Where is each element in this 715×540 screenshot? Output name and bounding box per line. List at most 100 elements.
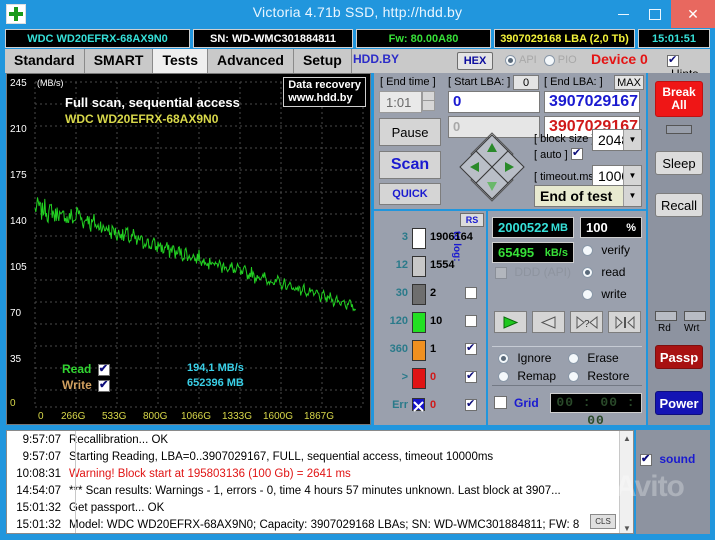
remap-radio[interactable] bbox=[498, 371, 509, 383]
data-recovery-badge: Data recovery www.hdd.by bbox=[283, 77, 366, 107]
block-log-checkbox-360[interactable] bbox=[465, 341, 477, 355]
grid-checkbox[interactable] bbox=[494, 396, 507, 409]
start-lba-input[interactable]: 0 bbox=[448, 91, 540, 113]
seek-start-button[interactable] bbox=[608, 311, 641, 333]
log-message: Recallibration... OK bbox=[69, 433, 169, 446]
rs-button[interactable]: RS bbox=[460, 213, 484, 227]
legend-read-checkbox[interactable] bbox=[97, 362, 110, 376]
wrt-label: Wrt bbox=[684, 323, 700, 334]
end-of-test-combo[interactable]: End of test ▼ bbox=[534, 185, 642, 207]
block-swatch-120 bbox=[412, 312, 426, 333]
api-pio-group: API PIO bbox=[505, 54, 584, 66]
log-message: Model: WDC WD20EFRX-68AX9N0; Capacity: 3… bbox=[69, 518, 580, 531]
erase-radio[interactable] bbox=[568, 353, 579, 365]
sound-checkbox[interactable] bbox=[640, 452, 652, 466]
tab-advanced[interactable]: Advanced bbox=[208, 49, 294, 73]
write-radio[interactable] bbox=[582, 289, 593, 301]
legend-write[interactable]: Write bbox=[62, 378, 111, 392]
svg-text:1867G: 1867G bbox=[304, 411, 334, 422]
block-count-over: 0 bbox=[430, 371, 437, 383]
speed-graph[interactable]: 245 (MB/s) 210 175 140 105 70 35 0 0 266… bbox=[6, 73, 371, 425]
power-button[interactable]: Power bbox=[655, 391, 703, 415]
end-time-value[interactable]: 1:01 bbox=[379, 91, 422, 113]
block-log-checkbox-over[interactable] bbox=[465, 369, 477, 383]
ddd-checkbox[interactable] bbox=[495, 266, 507, 279]
start-lba-zero-button[interactable]: 0 bbox=[513, 75, 539, 90]
read-radio[interactable] bbox=[582, 267, 593, 279]
read-led bbox=[655, 311, 677, 321]
tab-tests[interactable]: Tests bbox=[153, 49, 209, 73]
recall-button[interactable]: Recall bbox=[655, 193, 703, 217]
dpad-navigation[interactable] bbox=[456, 131, 528, 203]
end-lba-input[interactable]: 3907029167 bbox=[544, 91, 640, 113]
break-all-line-2: All bbox=[671, 98, 687, 112]
end-lba-max-button[interactable]: MAX bbox=[614, 75, 644, 90]
scan-button[interactable]: Scan bbox=[379, 151, 441, 179]
action-erase[interactable]: Erase bbox=[568, 351, 619, 365]
drive-model: WDC WD20EFRX-68AX9N0 bbox=[5, 29, 190, 48]
end-time-spinner[interactable] bbox=[422, 91, 435, 111]
action-remap[interactable]: Remap bbox=[498, 369, 556, 383]
ignore-radio[interactable] bbox=[498, 353, 509, 365]
legend-write-checkbox[interactable] bbox=[98, 378, 111, 392]
clear-log-button[interactable]: CLS bbox=[590, 514, 616, 529]
restore-radio[interactable] bbox=[568, 371, 579, 383]
graph-volume-stat: 652396 MB bbox=[187, 377, 244, 389]
play-forward-button[interactable] bbox=[494, 311, 527, 333]
end-time-spinner-up[interactable] bbox=[423, 92, 434, 101]
scroll-down-icon[interactable]: ▼ bbox=[620, 521, 633, 533]
tab-smart[interactable]: SMART bbox=[84, 49, 154, 73]
pio-radio[interactable] bbox=[543, 54, 555, 66]
play-backward-button[interactable] bbox=[532, 311, 565, 333]
timeout-combo[interactable]: 10000 ▼ bbox=[592, 165, 642, 187]
mode-verify[interactable]: verify bbox=[582, 243, 630, 257]
elapsed-timer: 00 : 00 : 00 bbox=[550, 393, 642, 428]
drive-serial: SN: WD-WMC301884811 bbox=[193, 29, 353, 48]
ddd-api-toggle[interactable]: DDD (API) bbox=[495, 265, 571, 279]
svg-text:70: 70 bbox=[10, 308, 22, 319]
sound-toggle[interactable]: sound bbox=[640, 452, 695, 466]
block-log-checkbox-err[interactable] bbox=[465, 397, 477, 411]
mode-read[interactable]: read bbox=[582, 265, 625, 279]
block-log-checkbox-30[interactable] bbox=[465, 287, 477, 299]
end-of-test-chevron-down-icon[interactable]: ▼ bbox=[623, 186, 641, 206]
erase-label: Erase bbox=[587, 351, 619, 365]
badge-line-2: www.hdd.by bbox=[288, 92, 353, 104]
block-size-chevron-down-icon[interactable]: ▼ bbox=[623, 130, 641, 150]
scroll-up-icon[interactable]: ▲ bbox=[620, 431, 633, 445]
passport-button[interactable]: Passp bbox=[655, 345, 703, 369]
block-size-combo[interactable]: 2048 ▼ bbox=[592, 129, 642, 151]
block-size-label: [ block size ] bbox=[534, 133, 595, 145]
mode-write[interactable]: write bbox=[582, 287, 627, 301]
hex-button[interactable]: HEX bbox=[457, 52, 493, 70]
pause-button[interactable]: Pause bbox=[379, 118, 441, 146]
api-radio[interactable] bbox=[505, 54, 516, 66]
percent-unit: % bbox=[626, 221, 636, 234]
auto-checkbox[interactable] bbox=[571, 146, 583, 160]
break-all-button[interactable]: Break All bbox=[655, 81, 703, 117]
graph-title: Full scan, sequential access bbox=[65, 95, 240, 110]
svg-text:800G: 800G bbox=[143, 411, 168, 422]
close-button[interactable]: ✕ bbox=[671, 0, 715, 28]
hints-checkbox[interactable] bbox=[667, 53, 679, 67]
svg-text:533G: 533G bbox=[102, 411, 127, 422]
legend-read[interactable]: Read bbox=[62, 362, 110, 376]
log-panel[interactable]: 9:57:07 Recallibration... OK 9:57:07 Sta… bbox=[6, 430, 634, 534]
minimize-button[interactable] bbox=[607, 0, 639, 28]
seek-mid-button[interactable]: ? bbox=[570, 311, 603, 333]
timeout-chevron-down-icon[interactable]: ▼ bbox=[623, 166, 641, 186]
legend-read-label: Read bbox=[62, 362, 92, 376]
tab-setup[interactable]: Setup bbox=[293, 49, 352, 73]
sleep-button[interactable]: Sleep bbox=[655, 151, 703, 175]
end-lba-label: [ End LBA: ] bbox=[544, 76, 603, 88]
action-restore[interactable]: Restore bbox=[568, 369, 629, 383]
maximize-button[interactable] bbox=[639, 0, 671, 28]
quick-button[interactable]: QUICK bbox=[379, 183, 441, 205]
verify-radio[interactable] bbox=[582, 245, 593, 257]
tab-standard[interactable]: Standard bbox=[5, 49, 85, 73]
block-log-checkbox-120[interactable] bbox=[465, 315, 477, 327]
log-scrollbar[interactable]: ▲ ▼ bbox=[619, 431, 633, 533]
block-threshold-over: > bbox=[401, 371, 408, 383]
end-time-spinner-down[interactable] bbox=[423, 101, 434, 110]
action-ignore[interactable]: Ignore bbox=[498, 351, 551, 365]
